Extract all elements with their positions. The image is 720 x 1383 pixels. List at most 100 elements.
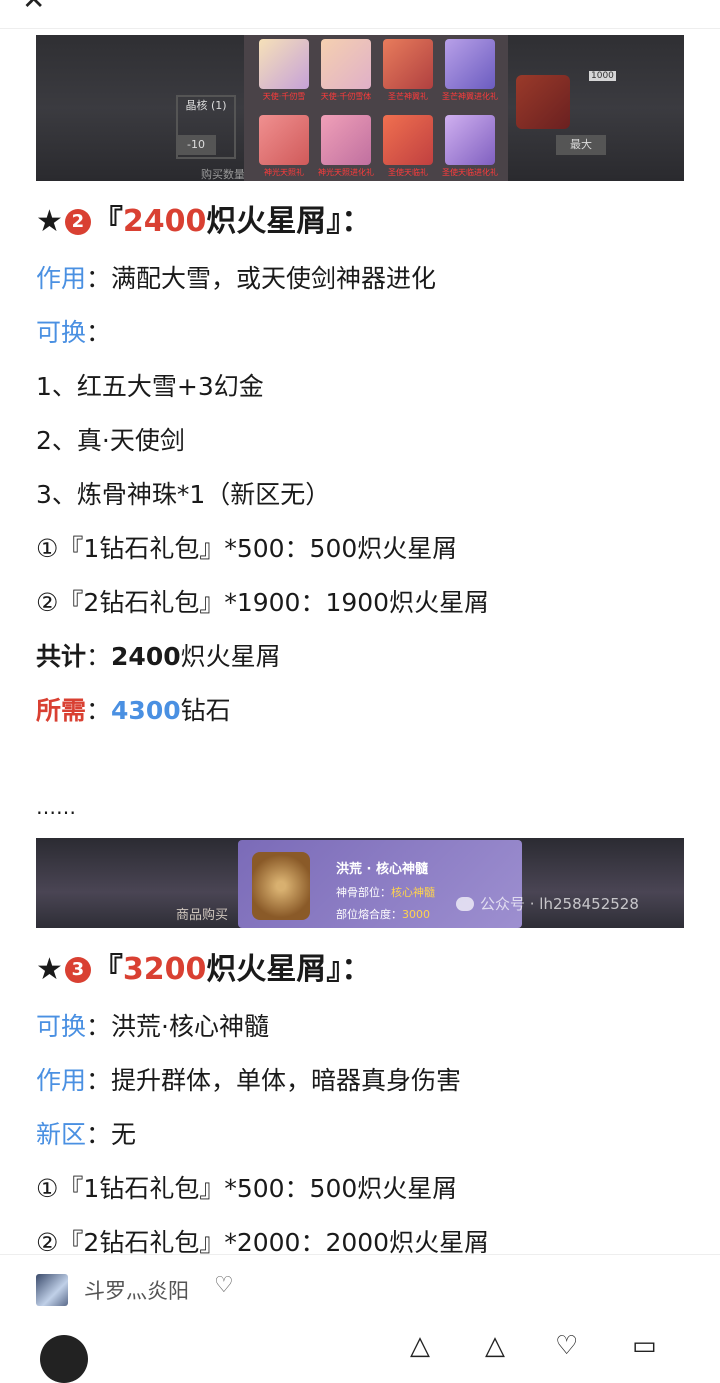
like-icon[interactable]: △ xyxy=(410,1331,430,1361)
star-icon: ★ xyxy=(36,204,63,239)
max-button: 最大 xyxy=(556,135,606,155)
character-portrait-icon xyxy=(259,39,309,89)
fusion-value: 3000 xyxy=(402,908,430,921)
effect-label: 作用 xyxy=(36,264,87,293)
armor-icon xyxy=(445,39,495,89)
close-icon[interactable]: ✕ xyxy=(22,0,45,14)
part-value: 核心神髓 xyxy=(391,886,435,899)
armor-icon xyxy=(383,115,433,165)
need-unit: 钻石 xyxy=(180,696,231,725)
list-item: 3、炼骨神珠*1（新区无） xyxy=(36,480,331,509)
ellipsis: …… xyxy=(36,795,76,819)
part-label: 神骨部位： xyxy=(336,886,391,899)
need-colon: ： xyxy=(86,696,112,725)
game-screenshot-banner-1: 晶核 (1) -10 最大 购买数量 天使·千仞雪 天使·千仞雪体 1000 圣… xyxy=(36,35,684,181)
item-part-line: 神骨部位：核心神髓 xyxy=(336,884,435,900)
share-icon[interactable]: △ xyxy=(485,1331,505,1361)
effect-text: ：提升群体，单体，暗器真身伤害 xyxy=(86,1066,462,1095)
character-portrait-icon xyxy=(321,39,371,89)
item-caption: 圣芒神翼礼 xyxy=(388,92,428,101)
item-card: 天使·千仞雪体 xyxy=(318,39,374,102)
item-caption: 天使·千仞雪体 xyxy=(320,92,372,101)
new-server-line: 新区：无 xyxy=(36,1118,136,1152)
item-card: 天使·千仞雪 xyxy=(256,39,312,102)
total-unit: 炽火星屑 xyxy=(180,642,281,671)
item-caption: 神光天照礼 xyxy=(264,168,304,177)
total-value: 2400 xyxy=(111,642,181,671)
exchange-line: 可换：洪荒·核心神髓 xyxy=(36,1010,269,1044)
bracket-close: 』： xyxy=(326,204,372,239)
total-label: 共计 xyxy=(36,642,87,671)
armor-icon xyxy=(321,115,371,165)
need-line: 所需：4300钻石 xyxy=(36,694,231,728)
shop-label: 商品购买 xyxy=(176,908,229,923)
item-name: 洪荒 · 核心神髓 xyxy=(336,862,428,877)
item-caption: 天使·千仞雪 xyxy=(262,92,306,101)
emblem-icon xyxy=(252,852,310,920)
total-colon: ： xyxy=(86,642,112,671)
armor-icon xyxy=(445,115,495,165)
title-number: 2400 xyxy=(122,204,207,239)
exchange-colon: ： xyxy=(86,318,112,347)
effect-line: 作用：满配大雪，或天使剑神器进化 xyxy=(36,262,436,296)
item-card: 圣芒神翼礼 xyxy=(380,39,436,102)
fusion-label: 部位熔合度： xyxy=(336,908,402,921)
number-badge: 3 xyxy=(64,957,91,983)
pack-line: ①『1钻石礼包』*500：500炽火星屑 xyxy=(36,534,458,563)
pack-line: ②『2钻石礼包』*1900：1900炽火星屑 xyxy=(36,588,490,617)
title-text: 炽火星屑 xyxy=(206,952,327,987)
armor-icon xyxy=(259,115,309,165)
list-item: 1、红五大雪+3幻金 xyxy=(36,372,264,401)
section-3-heading: ★ 3 『3200炽火星屑』： xyxy=(36,953,371,987)
bracket-open: 『 xyxy=(92,952,123,987)
item-card: 神光天照进化礼 xyxy=(318,115,374,178)
item-caption: 圣芒神翼进化礼 xyxy=(442,92,498,101)
new-server-label: 新区 xyxy=(36,1120,87,1149)
new-server-text: ：无 xyxy=(86,1120,137,1149)
item-caption: 圣使天临进化礼 xyxy=(442,168,498,177)
effect-line: 作用：提升群体，单体，暗器真身伤害 xyxy=(36,1064,461,1098)
effect-label: 作用 xyxy=(36,1066,87,1095)
item-card: 圣使天临进化礼 xyxy=(442,115,498,178)
list-item: 2、真·天使剑 xyxy=(36,426,185,455)
bracket-close: 』： xyxy=(326,952,372,987)
bracket-open: 『 xyxy=(92,204,123,239)
back-button[interactable] xyxy=(40,1335,88,1383)
reward-icon xyxy=(516,75,570,129)
exchange-line: 可换： xyxy=(36,316,111,350)
minus-ten-button: -10 xyxy=(176,135,216,155)
star-icon: ★ xyxy=(36,952,63,987)
pack-line: ①『1钻石礼包』*500：500炽火星屑 xyxy=(36,1174,458,1203)
comment-icon[interactable]: ▭ xyxy=(632,1331,657,1361)
title-text: 炽火星屑 xyxy=(206,204,327,239)
need-label: 所需 xyxy=(36,696,87,725)
item-panel: 天使·千仞雪 天使·千仞雪体 1000 圣芒神翼礼 圣芒神翼进化礼 神光天照礼 … xyxy=(244,35,616,181)
avatar[interactable] xyxy=(36,1274,68,1306)
favorite-icon[interactable]: ♡ xyxy=(555,1331,578,1361)
exchange-label: 可换 xyxy=(36,1012,87,1041)
item-card: 圣使天临礼 xyxy=(380,115,436,178)
title-number: 3200 xyxy=(122,952,207,987)
purchase-quantity-label: 购买数量 xyxy=(201,168,245,181)
bottom-bar: 斗罗灬炎阳 ♡ △ △ ♡ ▭ xyxy=(0,1254,720,1383)
heart-icon[interactable]: ♡ xyxy=(214,1273,234,1298)
armor-icon xyxy=(383,39,433,89)
item-card: 圣芒神翼进化礼 xyxy=(442,39,498,102)
item-fusion-line: 部位熔合度：3000 xyxy=(336,906,430,922)
game-screenshot-banner-2: 商品购买 洪荒 · 核心神髓 神骨部位：核心神髓 部位熔合度：3000 公众号 … xyxy=(36,838,684,928)
need-value: 4300 xyxy=(111,696,181,725)
effect-text: ：满配大雪，或天使剑神器进化 xyxy=(86,264,437,293)
top-bar: ✕ xyxy=(0,0,720,29)
exchange-label: 可换 xyxy=(36,318,87,347)
item-count: 1000 xyxy=(589,71,616,81)
total-line: 共计：2400炽火星屑 xyxy=(36,640,281,674)
watermark-text: 公众号 · lh258452528 xyxy=(480,895,639,913)
exchange-text: ：洪荒·核心神髓 xyxy=(86,1012,269,1041)
item-caption: 圣使天临礼 xyxy=(388,168,428,177)
author-name[interactable]: 斗罗灬炎阳 xyxy=(84,1275,189,1305)
section-2-heading: ★ 2 『2400炽火星屑』： xyxy=(36,205,371,239)
item-card: 神光天照礼 xyxy=(256,115,312,178)
item-tooltip-card: 洪荒 · 核心神髓 神骨部位：核心神髓 部位熔合度：3000 xyxy=(238,840,522,928)
wechat-icon xyxy=(456,897,474,911)
watermark: 公众号 · lh258452528 xyxy=(456,893,639,914)
